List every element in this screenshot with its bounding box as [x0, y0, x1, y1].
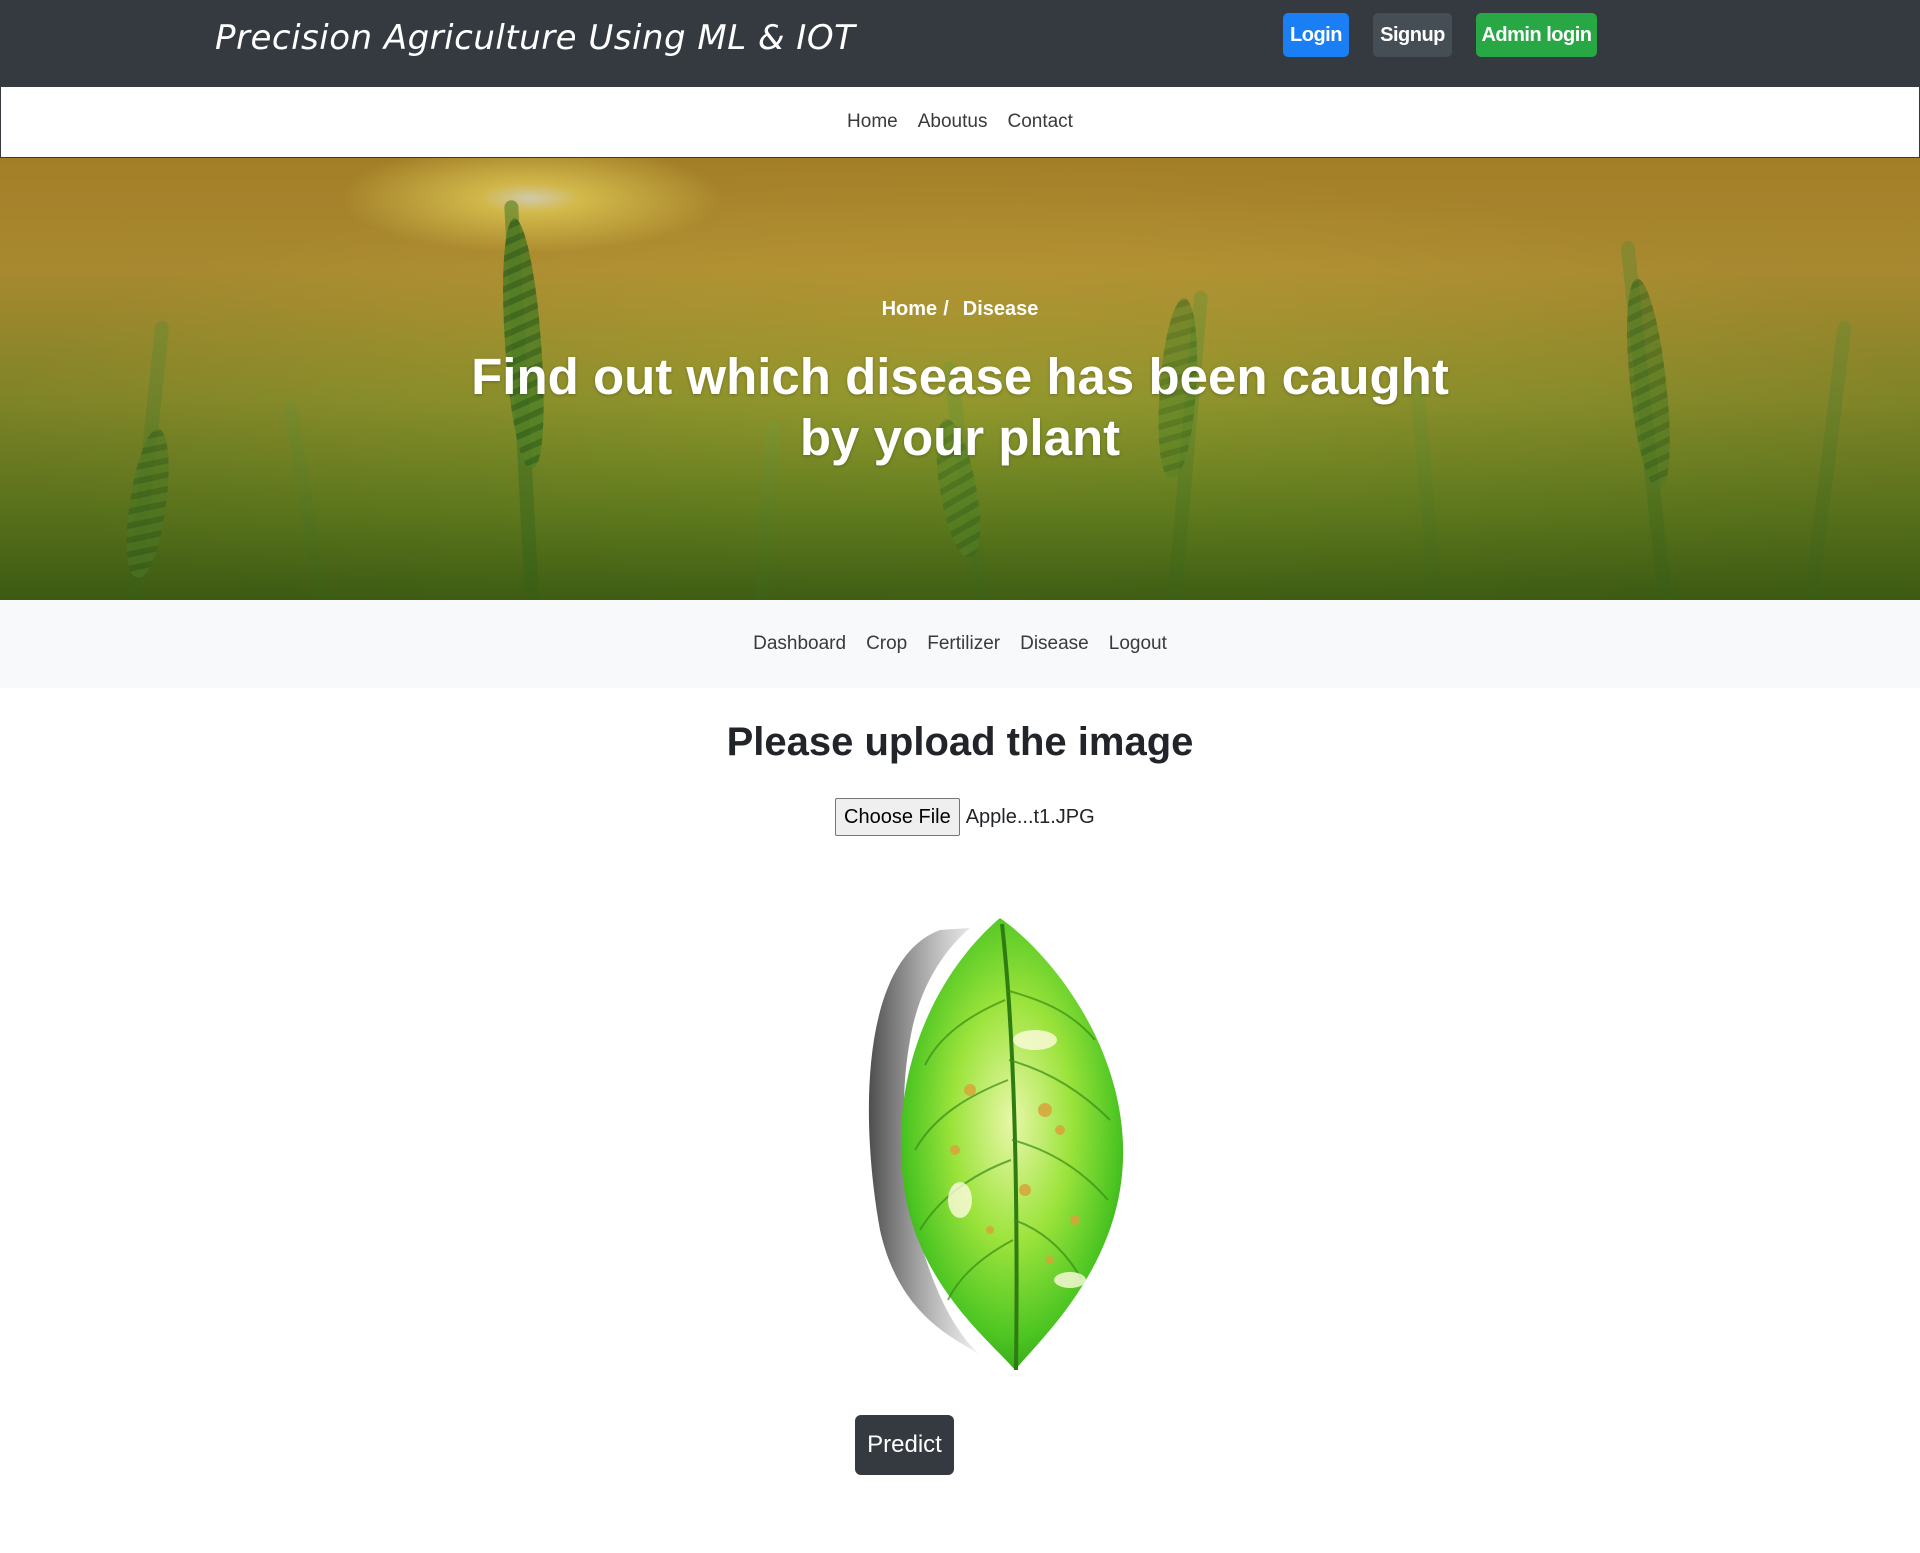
top-nav: Home Aboutus Contact: [0, 86, 1920, 158]
subnav-disease-link[interactable]: Disease: [1020, 633, 1089, 655]
subnav-dashboard-link[interactable]: Dashboard: [753, 633, 846, 655]
nav-home-link[interactable]: Home: [847, 111, 898, 133]
signup-button[interactable]: Signup: [1373, 13, 1452, 57]
breadcrumb-current: Disease: [962, 298, 1039, 320]
sub-nav: Dashboard Crop Fertilizer Disease Logout: [0, 600, 1920, 688]
nav-contact-link[interactable]: Contact: [1007, 111, 1072, 133]
subnav-logout-link[interactable]: Logout: [1109, 633, 1167, 655]
subnav-fertilizer-link[interactable]: Fertilizer: [927, 633, 1000, 655]
selected-file-name: Apple...t1.JPG: [965, 805, 1095, 828]
predict-button[interactable]: Predict: [855, 1415, 954, 1475]
subnav-crop-link[interactable]: Crop: [866, 633, 907, 655]
brand-title[interactable]: Precision Agriculture Using ML & IOT: [215, 18, 855, 58]
leaf-preview-image: [820, 900, 1150, 1380]
leaf-image: [868, 918, 1124, 1371]
breadcrumb-separator: /: [943, 298, 949, 320]
page-title: Find out which disease has been caught b…: [471, 348, 1449, 466]
breadcrumb-home-link[interactable]: Home: [882, 298, 938, 320]
hero-banner: Home / Disease Find out which disease has …: [0, 158, 1920, 600]
file-input[interactable]: Choose File Apple...t1.JPG: [835, 798, 1095, 836]
breadcrumb: Home / Disease: [0, 298, 1920, 321]
login-button[interactable]: Login: [1283, 13, 1349, 57]
top-header: Precision Agriculture Using ML & IOT Log…: [0, 0, 1920, 86]
nav-aboutus-link[interactable]: Aboutus: [918, 111, 988, 133]
choose-file-button[interactable]: Choose File: [835, 798, 960, 836]
admin-login-button[interactable]: Admin login: [1476, 13, 1597, 57]
upload-title: Please upload the image: [726, 720, 1194, 764]
